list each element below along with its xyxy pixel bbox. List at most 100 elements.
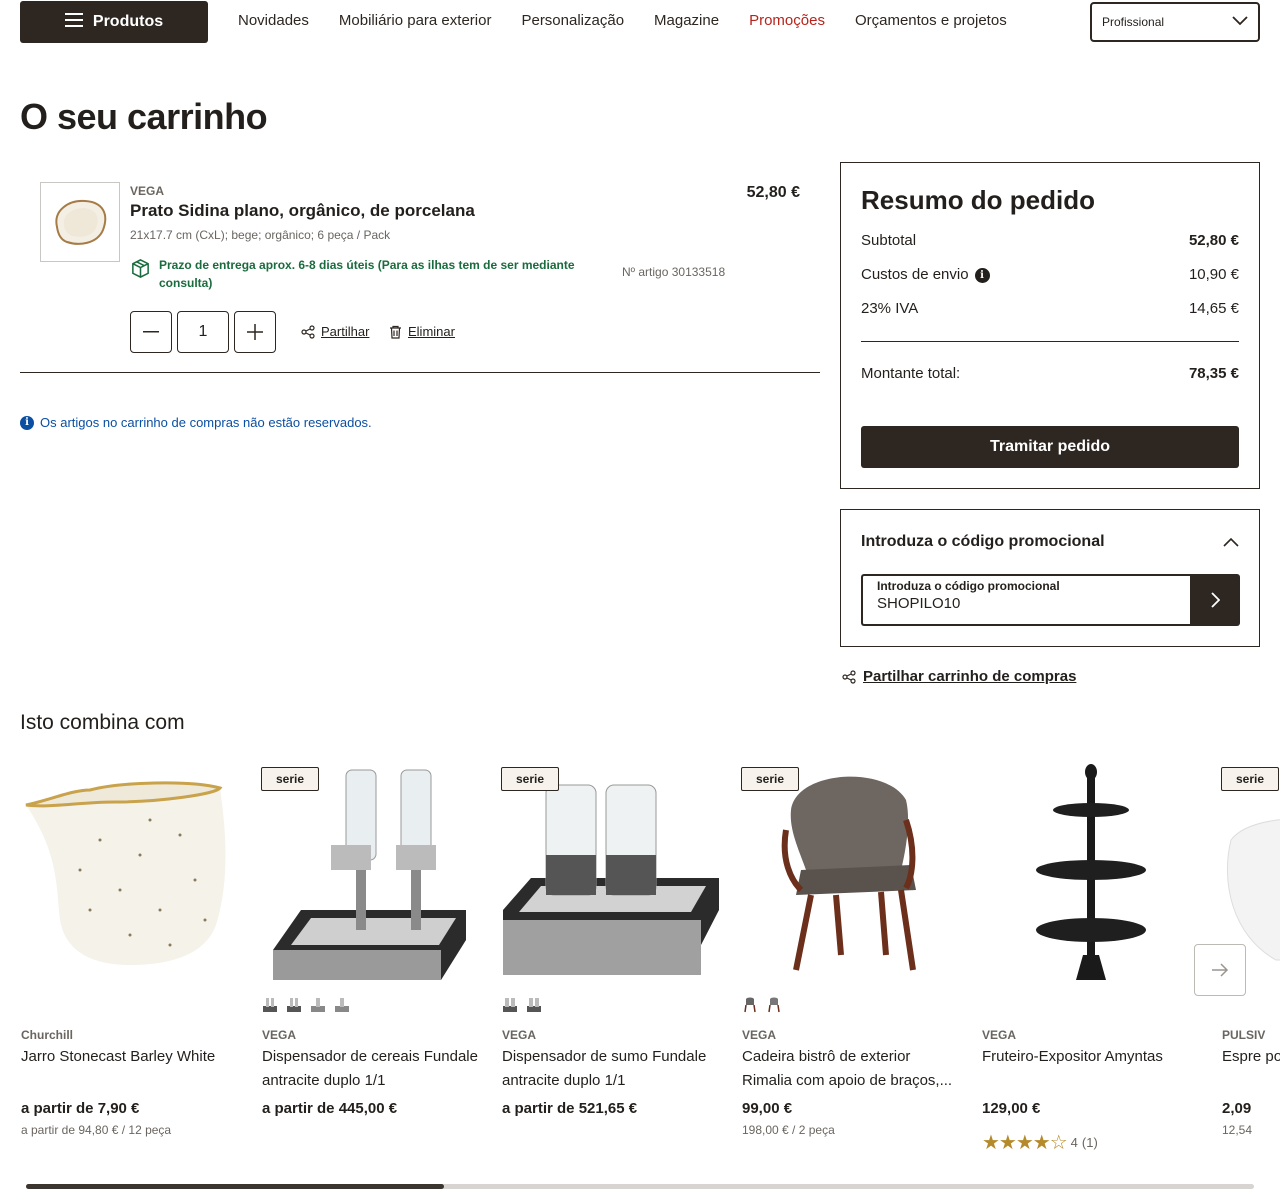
- increase-quantity-button[interactable]: [234, 311, 276, 353]
- plus-icon: [247, 324, 263, 340]
- nav-mobiliario-exterior[interactable]: Mobiliário para exterior: [339, 12, 492, 29]
- share-item-label: Partilhar: [321, 324, 370, 339]
- quantity-input[interactable]: 1: [177, 311, 229, 353]
- serie-badge: serie: [501, 767, 560, 791]
- rating-value: 4: [1070, 1135, 1078, 1150]
- products-menu-label: Produtos: [92, 13, 164, 30]
- product-card[interactable]: serie VEGA Dispensador de sumo Fundale a…: [501, 760, 721, 1160]
- recommendations-title: Isto combina com: [20, 711, 185, 734]
- cart-item-price: 52,80 €: [746, 184, 800, 201]
- shipping-value: 10,90 €: [1188, 266, 1239, 283]
- nav-orcamentos[interactable]: Orçamentos e projetos: [855, 12, 1007, 29]
- product-price: a partir de 521,65 €: [502, 1100, 638, 1117]
- product-name[interactable]: Espre porce: [1222, 1045, 1280, 1069]
- product-card[interactable]: VEGA Fruteiro-Expositor Amyntas 129,00 €…: [981, 760, 1201, 1160]
- delete-item-link[interactable]: Eliminar: [389, 324, 455, 339]
- promo-code-panel: Introduza o código promocional Introduza…: [840, 509, 1260, 647]
- chevron-right-icon: [1211, 592, 1220, 608]
- carousel-scrollbar-thumb[interactable]: [26, 1184, 444, 1189]
- product-brand: Churchill: [21, 1028, 74, 1042]
- article-number: Nº artigo 30133518: [622, 265, 726, 279]
- product-image-jug[interactable]: [20, 760, 240, 990]
- products-menu-button[interactable]: Produtos: [20, 1, 208, 43]
- variant-swatches: [501, 996, 543, 1014]
- page-title: O seu carrinho: [20, 96, 268, 137]
- product-image-juice-dispenser[interactable]: [501, 760, 721, 990]
- product-price: a partir de 445,00 €: [262, 1100, 398, 1117]
- product-rating[interactable]: ★★★★☆ 4 (1): [982, 1130, 1098, 1155]
- product-card[interactable]: serie VEGA Dispensador de cereais Fundal…: [261, 760, 481, 1160]
- serie-badge: serie: [741, 767, 800, 791]
- review-count: (1): [1081, 1135, 1098, 1150]
- variant-thumbnail[interactable]: [261, 996, 279, 1014]
- variant-thumbnail[interactable]: [309, 996, 327, 1014]
- product-price: 2,09: [1222, 1100, 1252, 1117]
- product-name[interactable]: Dispensador de cereais Fundale antracite…: [262, 1045, 482, 1093]
- apply-promo-button[interactable]: [1190, 574, 1240, 626]
- product-unit-price: 198,00 € / 2 peça: [742, 1123, 835, 1137]
- promo-code-title: Introduza o código promocional: [861, 533, 1105, 550]
- promo-code-input[interactable]: Introduza o código promocional SHOPILO10: [861, 574, 1191, 626]
- customer-type-value: Profissional: [1102, 15, 1165, 29]
- product-image-fruit-stand[interactable]: [981, 760, 1201, 990]
- checkout-button[interactable]: Tramitar pedido: [861, 426, 1239, 468]
- serie-badge: serie: [1221, 767, 1280, 791]
- vat-value: 14,65 €: [1188, 300, 1239, 317]
- cart-item-description: 21x17.7 cm (CxL); bege; orgânico; 6 peça…: [130, 228, 391, 242]
- product-price: 99,00 €: [742, 1100, 793, 1117]
- order-summary: Resumo do pedido Subtotal 52,80 € Custos…: [840, 162, 1260, 489]
- hamburger-icon: [64, 12, 83, 32]
- product-name[interactable]: Jarro Stonecast Barley White: [21, 1045, 241, 1069]
- variant-thumbnail[interactable]: [333, 996, 351, 1014]
- cart-item-brand: VEGA: [130, 184, 165, 198]
- nav-novidades[interactable]: Novidades: [238, 12, 309, 29]
- variant-thumbnail[interactable]: [285, 996, 303, 1014]
- reservation-notice-text: Os artigos no carrinho de compras não es…: [40, 415, 372, 430]
- subtotal-value: 52,80 €: [1188, 232, 1239, 249]
- vat-row: 23% IVA 14,65 €: [861, 300, 1239, 317]
- cart-item-name[interactable]: Prato Sidina plano, orgânico, de porcela…: [130, 201, 475, 221]
- package-icon: [130, 258, 151, 292]
- minus-icon: [143, 331, 159, 333]
- share-item-link[interactable]: Partilhar: [301, 324, 369, 339]
- shipping-row: Custos de envio i 10,90 €: [861, 266, 1239, 283]
- total-row: Montante total: 78,35 €: [861, 365, 1239, 382]
- summary-divider: [861, 341, 1239, 342]
- share-cart-label: Partilhar carrinho de compras: [863, 668, 1077, 685]
- cart-divider: [20, 372, 820, 373]
- share-icon: [842, 669, 856, 684]
- nav-magazine[interactable]: Magazine: [654, 12, 719, 29]
- product-brand: VEGA: [262, 1028, 297, 1042]
- variant-swatches: [741, 996, 783, 1014]
- share-cart-link[interactable]: Partilhar carrinho de compras: [842, 668, 1076, 685]
- product-card[interactable]: Churchill Jarro Stonecast Barley White a…: [20, 760, 240, 1160]
- product-name[interactable]: Dispensador de sumo Fundale antracite du…: [502, 1045, 722, 1093]
- subtotal-label: Subtotal: [861, 232, 917, 249]
- variant-thumbnail[interactable]: [741, 996, 759, 1014]
- chevron-up-icon[interactable]: [1223, 534, 1239, 552]
- variant-thumbnail[interactable]: [501, 996, 519, 1014]
- product-name[interactable]: Fruteiro-Expositor Amyntas: [982, 1045, 1202, 1069]
- info-icon: i: [20, 415, 34, 430]
- decrease-quantity-button[interactable]: [130, 311, 172, 353]
- shipping-info-icon[interactable]: i: [974, 267, 990, 283]
- product-image-cereal-dispenser[interactable]: [261, 760, 481, 990]
- variant-thumbnail[interactable]: [525, 996, 543, 1014]
- nav-personalizacao[interactable]: Personalização: [521, 12, 624, 29]
- customer-type-select[interactable]: Profissional: [1090, 2, 1260, 42]
- nav-promocoes[interactable]: Promoções: [749, 12, 825, 29]
- total-label: Montante total:: [861, 365, 961, 382]
- product-name[interactable]: Cadeira bistrô de exterior Rimalia com a…: [742, 1045, 962, 1093]
- serie-badge: serie: [261, 767, 320, 791]
- cart-item-image[interactable]: [40, 182, 120, 262]
- product-brand: VEGA: [742, 1028, 777, 1042]
- product-price: a partir de 7,90 €: [21, 1100, 140, 1117]
- carousel-next-button[interactable]: [1194, 944, 1246, 996]
- variant-thumbnail[interactable]: [765, 996, 783, 1014]
- delivery-text: Prazo de entrega aprox. 6-8 dias úteis (…: [159, 258, 575, 290]
- arrow-right-icon: [1212, 963, 1229, 977]
- product-image-bistro-chair[interactable]: [741, 760, 961, 990]
- product-unit-price: a partir de 94,80 € / 12 peça: [21, 1123, 172, 1137]
- product-card[interactable]: serie VEGA Cadeira bistrô de exterior Ri…: [741, 760, 961, 1160]
- subtotal-row: Subtotal 52,80 €: [861, 232, 1239, 249]
